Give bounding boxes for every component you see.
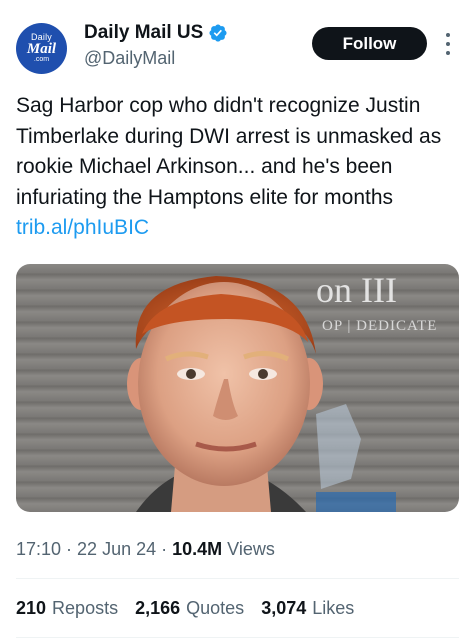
more-dot [446,51,450,55]
avatar[interactable]: Daily Mail .com [16,23,67,74]
tweet-header: Daily Mail .com Daily Mail US @DailyMail… [0,0,474,86]
views-count: 10.4M [172,539,223,559]
quotes-count: 2,166 [135,598,181,618]
quotes-label: Quotes [186,598,245,618]
separator-dot: · [161,539,168,559]
views-label: Views [227,539,275,559]
tweet-time[interactable]: 17:10 [16,539,61,560]
avatar-text-mail: Mail [26,41,57,57]
likes-label: Likes [312,598,355,618]
name-row: Daily Mail US [84,22,228,44]
tweet-text: Sag Harbor cop who didn't recognize Just… [16,91,462,244]
reposts-stat[interactable]: 210 Reposts [16,598,118,619]
reposts-label: Reposts [52,598,119,618]
tweet-image[interactable]: on III OP | DEDICATE [16,264,459,512]
backdrop-text-2: OP | DEDICATE [322,318,437,334]
tweet-body: Sag Harbor cop who didn't recognize Just… [16,94,442,209]
follow-button[interactable]: Follow [312,27,427,60]
display-name[interactable]: Daily Mail US [84,22,203,44]
tweet-link[interactable]: trib.al/phIuBIC [16,216,149,239]
separator-dot: · [66,539,73,559]
more-dot [446,33,450,37]
tweet-date[interactable]: 22 Jun 24 [77,539,156,560]
divider [16,578,459,579]
quotes-stat[interactable]: 2,166 Quotes [135,598,244,619]
backdrop-text-1: on III [316,270,397,310]
verified-badge-icon [208,23,228,43]
divider [16,637,459,638]
photo-illustration: on III OP | DEDICATE [127,270,437,512]
avatar-text-com: .com [33,56,50,63]
account-handle[interactable]: @DailyMail [84,48,175,69]
more-dot [446,42,450,46]
more-options-icon[interactable] [445,33,451,55]
tweet-meta: 17:10 · 22 Jun 24 · 10.4M Views [16,539,275,560]
engagement-stats: 210 Reposts 2,166 Quotes 3,074 Likes [16,598,371,619]
reposts-count: 210 [16,598,47,618]
likes-stat[interactable]: 3,074 Likes [261,598,354,619]
likes-count: 3,074 [261,598,307,618]
